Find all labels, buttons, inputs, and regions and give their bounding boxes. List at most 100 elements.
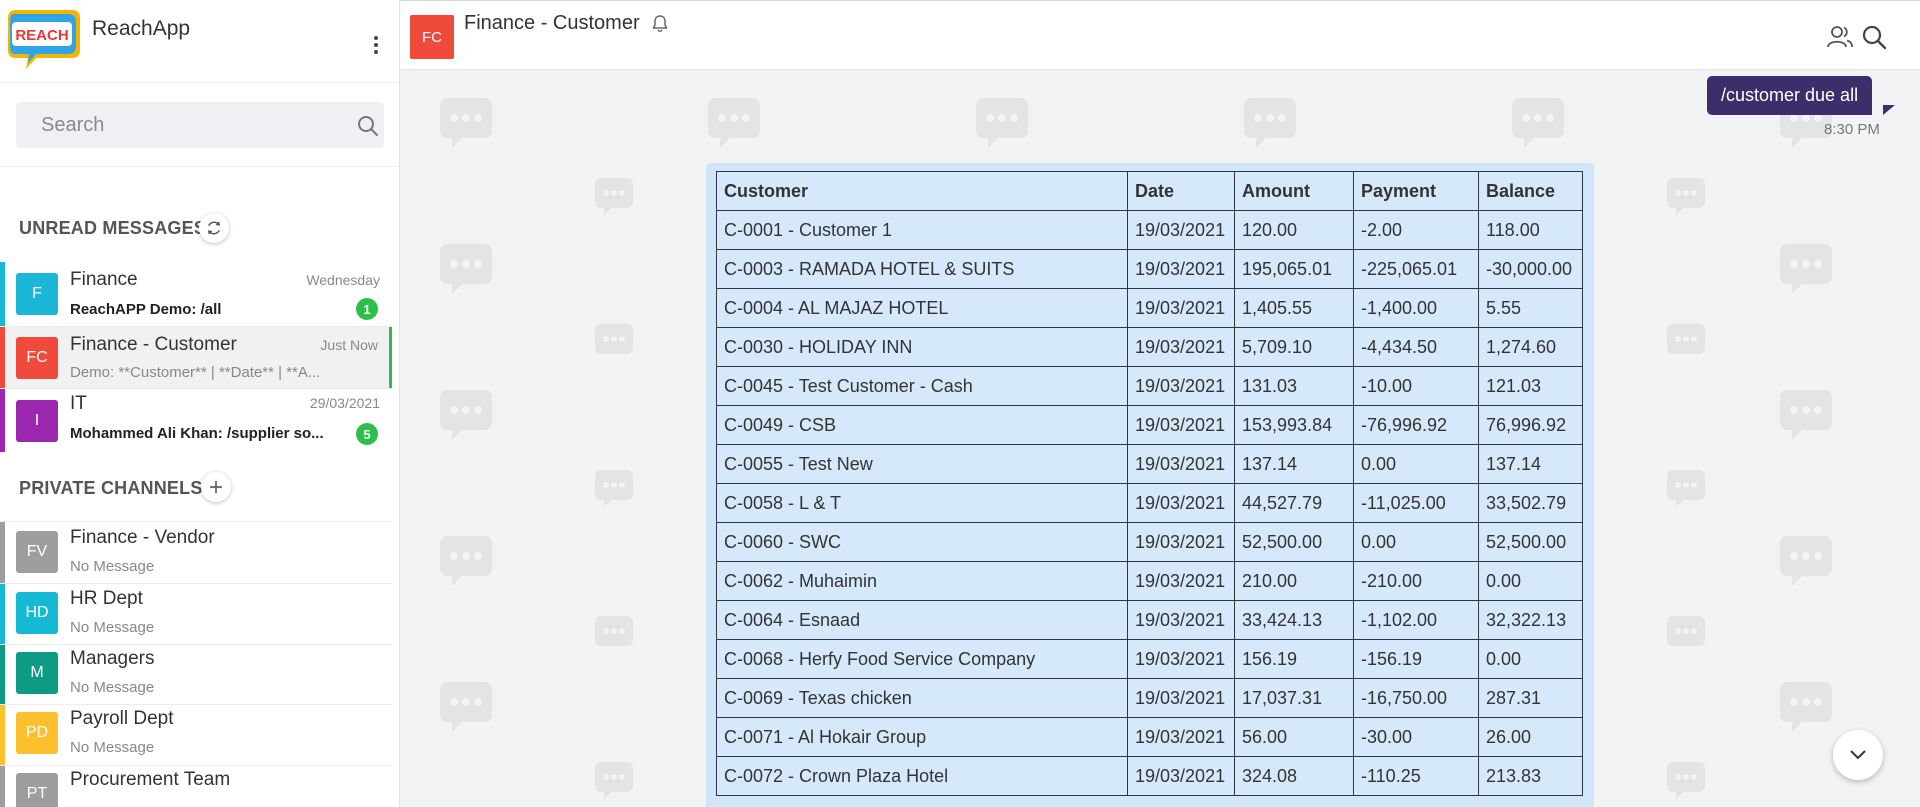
table-cell: 287.31 — [1478, 678, 1583, 718]
table-cell: -30,000.00 — [1478, 249, 1583, 289]
table-cell: 118.00 — [1478, 210, 1583, 250]
channel-item-finance-vendor[interactable]: FV Finance - Vendor No Message — [0, 522, 392, 583]
refresh-button[interactable] — [199, 213, 229, 243]
table-cell: 213.83 — [1478, 756, 1583, 796]
column-header: Amount — [1234, 171, 1354, 211]
table-cell: 137.14 — [1478, 444, 1583, 484]
table-cell: -1,400.00 — [1353, 288, 1479, 328]
table-cell: C-0068 - Herfy Food Service Company — [716, 639, 1128, 679]
table-cell: 19/03/2021 — [1127, 444, 1235, 484]
members-icon[interactable] — [1826, 23, 1854, 51]
table-cell: 19/03/2021 — [1127, 561, 1235, 601]
search-icon[interactable] — [1860, 23, 1888, 51]
table-cell: 19/03/2021 — [1127, 210, 1235, 250]
table-cell: C-0055 - Test New — [716, 444, 1128, 484]
table-cell: C-0072 - Crown Plaza Hotel — [716, 756, 1128, 796]
table-message: Customer Date Amount Payment Balance C-0… — [706, 163, 1594, 807]
channel-color-strip — [0, 262, 5, 326]
table-cell: -11,025.00 — [1353, 483, 1479, 523]
channel-name: Payroll Dept — [70, 708, 174, 729]
channel-item-procurement-team[interactable]: PT Procurement Team — [0, 766, 392, 807]
avatar: I — [16, 400, 58, 442]
channel-name: Managers — [70, 648, 155, 669]
active-indicator — [389, 327, 392, 388]
customer-due-table: Customer Date Amount Payment Balance C-0… — [716, 171, 1583, 796]
table-row: C-0045 - Test Customer - Cash 19/03/2021 1… — [716, 366, 1583, 406]
channel-time: 29/03/2021 — [309, 395, 380, 411]
table-cell: 121.03 — [1478, 366, 1583, 406]
avatar: FC — [16, 337, 58, 379]
table-cell: 156.19 — [1234, 639, 1354, 679]
column-header: Date — [1127, 171, 1235, 211]
table-cell: 19/03/2021 — [1127, 327, 1235, 367]
table-row: C-0069 - Texas chicken 19/03/2021 17,037.3… — [716, 678, 1583, 718]
channel-title[interactable]: Finance - Customer — [464, 12, 640, 35]
table-cell: 19/03/2021 — [1127, 522, 1235, 562]
channel-name: Finance - Customer — [70, 334, 237, 355]
table-cell: 0.00 — [1478, 561, 1583, 601]
channel-color-strip — [0, 705, 5, 765]
table-row: C-0049 - CSB 19/03/2021 153,993.84 -76,996.… — [716, 405, 1583, 445]
bell-icon[interactable] — [651, 14, 669, 34]
avatar: HD — [16, 592, 58, 634]
table-cell: C-0062 - Muhaimin — [716, 561, 1128, 601]
table-cell: C-0058 - L & T — [716, 483, 1128, 523]
divider — [0, 166, 399, 167]
channel-preview: No Message — [70, 619, 155, 636]
table-cell: 19/03/2021 — [1127, 249, 1235, 289]
scrollbar[interactable] — [1904, 70, 1920, 807]
table-cell: -10.00 — [1353, 366, 1479, 406]
table-cell: 19/03/2021 — [1127, 717, 1235, 757]
table-cell: C-0001 - Customer 1 — [716, 210, 1128, 250]
table-row: C-0058 - L & T 19/03/2021 44,527.79 -11,025… — [716, 483, 1583, 523]
channel-item-hr-dept[interactable]: HD HR Dept No Message — [0, 584, 392, 644]
unread-badge: 5 — [356, 423, 378, 445]
channel-name: Finance — [70, 269, 138, 290]
channel-item-it[interactable]: I IT 29/03/2021 Mohammed Ali Khan: /supp… — [0, 389, 392, 452]
table-cell: 19/03/2021 — [1127, 600, 1235, 640]
table-cell: 56.00 — [1234, 717, 1354, 757]
channel-name: Finance - Vendor — [70, 527, 215, 548]
channel-item-payroll-dept[interactable]: PD Payroll Dept No Message — [0, 705, 392, 765]
table-cell: 137.14 — [1234, 444, 1354, 484]
channel-name: Procurement Team — [70, 769, 231, 790]
divider — [0, 82, 399, 83]
table-cell: 33,502.79 — [1478, 483, 1583, 523]
table-cell: 26.00 — [1478, 717, 1583, 757]
channel-item-finance[interactable]: F Finance Wednesday ReachAPP Demo: /all … — [0, 262, 392, 326]
table-row: C-0060 - SWC 19/03/2021 52,500.00 0.00 52,50… — [716, 522, 1583, 562]
chevron-down-icon — [1850, 750, 1866, 760]
column-header: Payment — [1353, 171, 1479, 211]
table-cell: -16,750.00 — [1353, 678, 1479, 718]
search-box — [16, 102, 384, 148]
table-cell: 52,500.00 — [1478, 522, 1583, 562]
table-cell: 19/03/2021 — [1127, 405, 1235, 445]
table-cell: 0.00 — [1478, 639, 1583, 679]
channel-name: HR Dept — [70, 588, 143, 609]
scroll-down-button[interactable] — [1833, 730, 1883, 780]
table-row: C-0064 - Esnaad 19/03/2021 33,424.13 -1,102… — [716, 600, 1583, 640]
column-header: Customer — [716, 171, 1128, 211]
search-icon[interactable] — [356, 114, 380, 138]
avatar: M — [16, 652, 58, 694]
channel-item-managers[interactable]: M Managers No Message — [0, 645, 392, 704]
table-cell: C-0049 - CSB — [716, 405, 1128, 445]
table-cell: C-0004 - AL MAJAZ HOTEL — [716, 288, 1128, 328]
channel-preview: No Message — [70, 739, 155, 756]
table-row: C-0030 - HOLIDAY INN 19/03/2021 5,709.10 -4… — [716, 327, 1583, 367]
channel-name: IT — [70, 393, 87, 414]
table-cell: 5.55 — [1478, 288, 1583, 328]
avatar: PT — [16, 773, 58, 807]
table-cell: 1,274.60 — [1478, 327, 1583, 367]
table-cell: -76,996.92 — [1353, 405, 1479, 445]
channel-color-strip — [0, 766, 5, 807]
chat-panel: FC Finance - Customer /customer due all … — [400, 0, 1920, 807]
channel-avatar: FC — [410, 15, 454, 59]
channel-item-finance-customer[interactable]: FC Finance - Customer Just Now Demo: **C… — [0, 327, 392, 388]
channel-time: Just Now — [320, 337, 378, 353]
table-cell: C-0069 - Texas chicken — [716, 678, 1128, 718]
search-input[interactable] — [16, 102, 336, 148]
table-cell: -225,065.01 — [1353, 249, 1479, 289]
more-options-icon[interactable] — [366, 34, 386, 58]
add-channel-button[interactable] — [201, 472, 231, 502]
